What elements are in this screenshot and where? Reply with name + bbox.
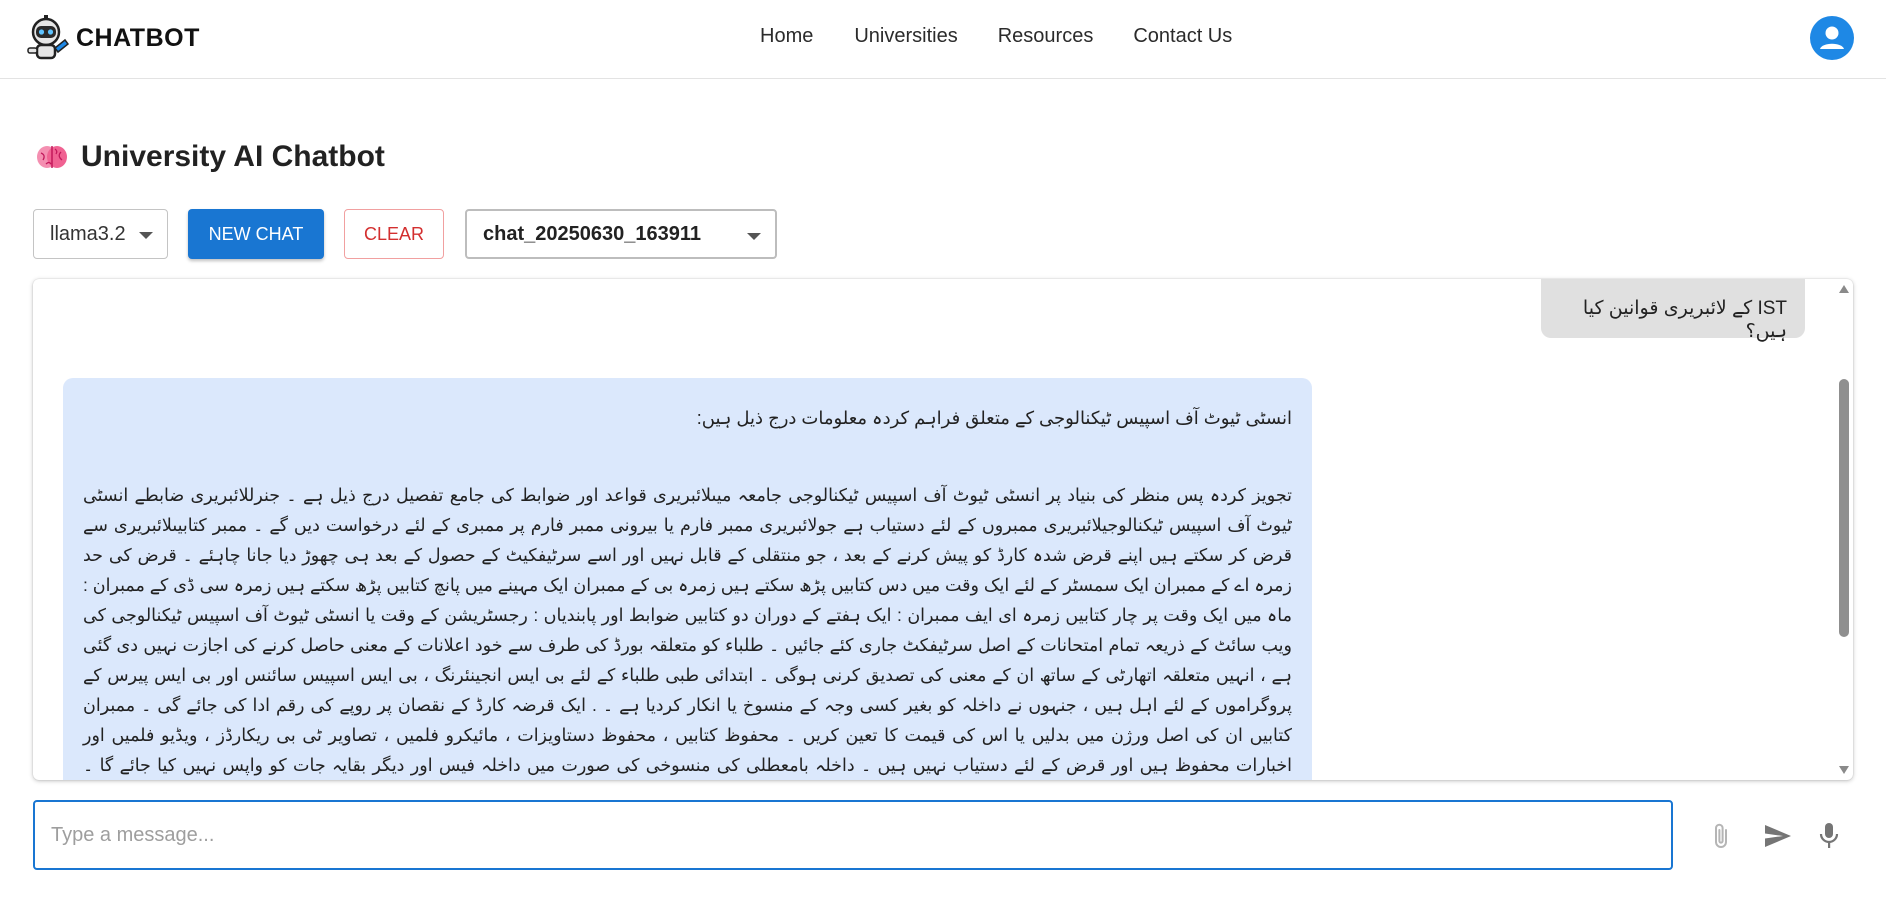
brand[interactable]: CHATBOT [22,14,200,62]
new-chat-button[interactable]: NEW CHAT [188,209,324,259]
page-header: University AI Chatbot [35,140,385,174]
chevron-down-icon [747,233,761,240]
top-navbar: CHATBOT Home Universities Resources Cont… [0,0,1886,79]
nav-links: Home Universities Resources Contact Us [760,22,1232,50]
session-select[interactable]: chat_20250630_163911 [465,209,777,259]
microphone-icon [1819,823,1839,848]
attach-button[interactable] [1706,820,1738,852]
nav-link-home[interactable]: Home [760,22,813,50]
account-button[interactable] [1810,16,1854,60]
bot-message-body: تجویز کردہ پس منظر کی بنیاد پر انسٹی ٹیو… [83,485,1292,775]
bot-message-bubble: انسٹی ٹیوٹ آف اسپیس ٹیکنالوجی کے متعلق ف… [63,378,1312,780]
microphone-button[interactable] [1813,820,1845,852]
nav-link-resources[interactable]: Resources [998,22,1094,50]
scroll-up-arrow-icon[interactable] [1839,285,1849,293]
chat-scrollbar[interactable] [1835,279,1853,780]
bot-message-intro: انسٹی ٹیوٹ آف اسپیس ٹیکنالوجی کے متعلق ف… [696,408,1292,428]
nav-link-universities[interactable]: Universities [854,22,957,50]
user-message-bubble: IST کے لائبریری قوانین کیا ہیں؟ [1541,279,1805,342]
paperclip-icon [1715,823,1727,848]
chat-messages-panel[interactable]: IST کے لائبریری قوانین کیا ہیں؟ انسٹی ٹی… [33,279,1853,780]
chevron-down-icon [139,232,153,239]
message-input[interactable] [33,800,1673,870]
brand-name: CHATBOT [76,23,200,52]
account-circle-icon [1820,26,1844,49]
send-button[interactable] [1762,820,1794,852]
brain-icon [37,146,67,168]
scroll-down-arrow-icon[interactable] [1839,766,1849,774]
clear-button[interactable]: CLEAR [344,209,444,259]
scrollbar-thumb[interactable] [1839,379,1849,637]
session-select-value: chat_20250630_163911 [483,222,701,245]
user-message-text: IST کے لائبریری قوانین کیا ہیں؟ [1582,298,1787,342]
send-icon [1765,825,1791,847]
nav-link-contact-us[interactable]: Contact Us [1133,22,1232,50]
page-title: University AI Chatbot [81,140,385,173]
robot-logo-icon [27,15,70,60]
model-select[interactable]: llama3.2 [33,209,168,259]
model-select-value: llama3.2 [50,222,126,245]
